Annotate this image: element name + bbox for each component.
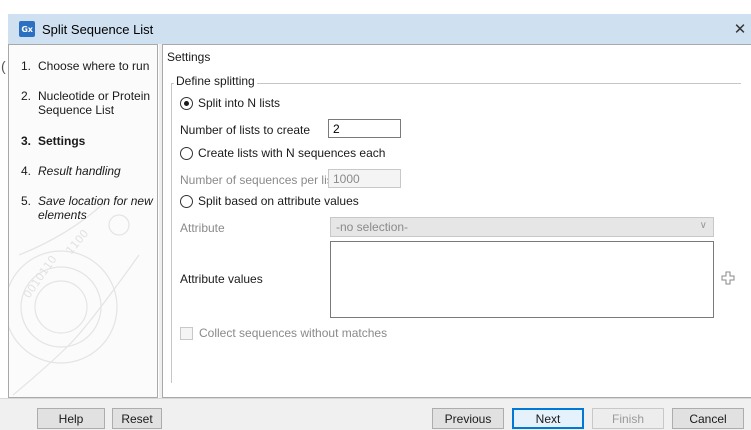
cancel-button[interactable]: Cancel — [672, 408, 744, 429]
radio-button[interactable] — [180, 146, 193, 160]
step-number: 3. — [21, 134, 32, 148]
attribute-values-list[interactable] — [330, 241, 714, 318]
close-icon[interactable]: ✕ — [729, 14, 751, 44]
app-logo-icon: Gx — [19, 21, 35, 37]
radio-button-checked[interactable] — [180, 96, 193, 110]
top-strip — [0, 0, 751, 14]
step-label: Nucleotide or Protein Sequence List — [38, 89, 151, 117]
attribute-values-label: Attribute values — [180, 272, 263, 286]
group-title: Define splitting — [174, 74, 257, 88]
wizard-steps-sidebar: 0010110 1100 1. Choose where to run 2. N… — [8, 44, 158, 398]
decorative-spiral-graphic: 0010110 1100 — [9, 202, 140, 396]
step-input-sequence-list: 2. Nucleotide or Protein Sequence List — [21, 89, 157, 117]
step-label: Save location for new elements — [38, 194, 153, 222]
radio-button[interactable] — [180, 194, 193, 208]
button-bar: Help Reset Previous Next Finish Cancel — [0, 398, 751, 430]
step-label: Settings — [38, 134, 86, 148]
window-title: Split Sequence List — [42, 21, 154, 37]
step-number: 4. — [21, 164, 32, 178]
finish-button[interactable]: Finish — [592, 408, 664, 429]
step-choose-where-to-run: 1. Choose where to run — [21, 59, 157, 73]
svg-text:1100: 1100 — [63, 227, 91, 257]
title-bar[interactable]: Gx Split Sequence List ✕ — [8, 14, 751, 44]
step-label: Choose where to run — [38, 59, 150, 73]
step-label: Result handling — [38, 164, 121, 178]
radio-label: Split based on attribute values — [198, 194, 359, 208]
step-save-location: 5. Save location for new elements — [21, 194, 157, 222]
radio-label: Create lists with N sequences each — [198, 146, 386, 160]
collect-unmatched-checkbox[interactable] — [180, 326, 193, 340]
previous-button[interactable]: Previous — [432, 408, 504, 429]
attribute-selected-value: -no selection- — [336, 220, 409, 234]
step-number: 2. — [21, 89, 32, 103]
number-of-lists-label: Number of lists to create — [180, 123, 311, 137]
chevron-down-icon: ∨ — [699, 220, 707, 231]
attribute-label: Attribute — [180, 221, 225, 235]
sequences-per-list-label: Number of sequences per list — [180, 173, 337, 187]
radio-split-into-n-lists[interactable]: Split into N lists — [180, 96, 280, 110]
collect-unmatched-checkbox-row[interactable]: Collect sequences without matches — [180, 326, 387, 340]
help-button[interactable]: Help — [37, 408, 105, 429]
step-settings-current: 3. Settings — [21, 134, 157, 148]
radio-split-by-attribute[interactable]: Split based on attribute values — [180, 194, 359, 208]
radio-n-sequences-each[interactable]: Create lists with N sequences each — [180, 146, 385, 160]
svg-text:0010110: 0010110 — [21, 253, 60, 301]
radio-label: Split into N lists — [198, 96, 281, 110]
section-title: Settings — [167, 50, 211, 64]
reset-button[interactable]: Reset — [112, 408, 162, 429]
next-button[interactable]: Next — [512, 408, 584, 429]
step-number: 5. — [21, 194, 32, 208]
left-edge: ( — [1, 58, 6, 74]
sequences-per-list-input[interactable] — [328, 169, 401, 188]
checkbox-label: Collect sequences without matches — [199, 326, 388, 340]
step-number: 1. — [21, 59, 32, 73]
attribute-dropdown[interactable]: -no selection- ∨ — [330, 217, 714, 237]
plus-icon[interactable] — [721, 271, 735, 285]
number-of-lists-input[interactable] — [328, 119, 401, 138]
step-result-handling: 4. Result handling — [21, 164, 157, 178]
